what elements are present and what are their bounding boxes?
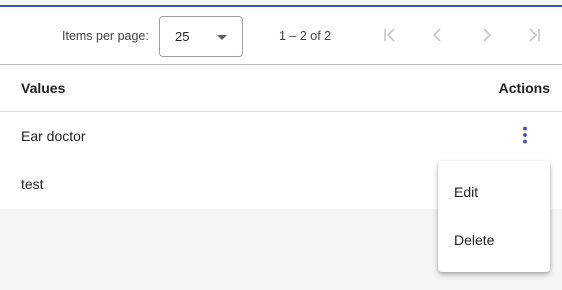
page-size-value: 25: [175, 29, 190, 44]
page-size-select[interactable]: 25: [159, 16, 243, 57]
chevron-left-icon: [432, 28, 441, 42]
cell-value: Ear doctor: [21, 128, 86, 144]
menu-item-edit[interactable]: Edit: [438, 169, 550, 217]
paginator: Items per page: 25 1 – 2 of 2: [0, 7, 562, 64]
range-label: 1 – 2 of 2: [279, 29, 332, 43]
row-actions-menu: Edit Delete: [438, 161, 550, 272]
values-table-view: Items per page: 25 1 – 2 of 2 Values Act…: [0, 0, 562, 290]
menu-item-label: Edit: [454, 184, 479, 200]
column-header-actions: Actions: [498, 80, 550, 96]
menu-item-label: Delete: [454, 232, 495, 248]
table-row[interactable]: Ear doctor: [0, 113, 562, 161]
last-page-button[interactable]: [522, 23, 546, 47]
first-page-button[interactable]: [378, 23, 402, 47]
row-actions-button[interactable]: [513, 123, 537, 147]
column-header-values: Values: [21, 80, 66, 96]
items-per-page-label: Items per page:: [62, 29, 149, 43]
menu-item-delete[interactable]: Delete: [438, 217, 550, 265]
last-page-icon: [529, 28, 540, 42]
next-page-button[interactable]: [474, 23, 498, 47]
more-vert-icon: [523, 126, 527, 144]
first-page-icon: [384, 28, 395, 42]
table-header-row: Values Actions: [0, 65, 562, 112]
cell-value: test: [21, 176, 44, 192]
previous-page-button[interactable]: [426, 23, 450, 47]
dropdown-caret-icon: [217, 35, 227, 40]
chevron-right-icon: [483, 28, 492, 42]
